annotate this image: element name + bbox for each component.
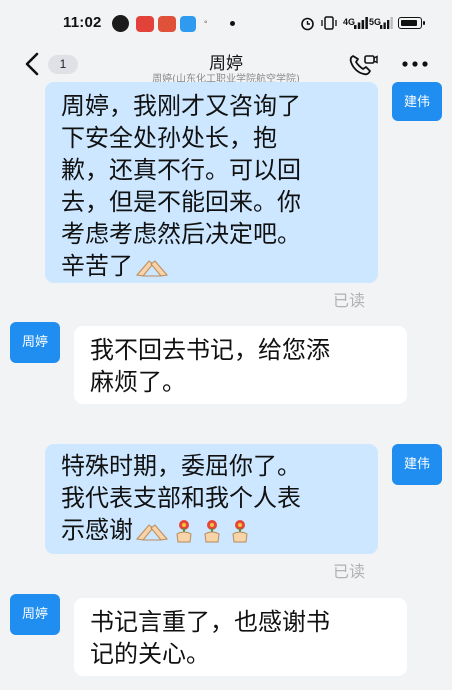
app-notification-icon xyxy=(112,15,129,32)
battery-icon xyxy=(398,17,425,29)
message-bubble-outgoing[interactable]: 特殊时期，委屈你了。 我代表支部和我个人表 示感谢 xyxy=(45,444,378,554)
flower-hand-icon xyxy=(176,520,192,543)
app-notification-icon xyxy=(180,16,196,32)
message-line: 书记言重了，也感谢书 xyxy=(90,608,330,636)
message-bubble-incoming[interactable]: 书记言重了，也感谢书 记的关心。 xyxy=(74,598,407,676)
message-text: 示感谢 xyxy=(61,516,133,544)
more-icon[interactable] xyxy=(400,54,430,74)
message-line: 考虑考虑然后决定吧。 xyxy=(61,220,301,248)
alarm-icon xyxy=(301,17,314,31)
message-line: 下安全处孙处长，抱 xyxy=(61,124,277,152)
status-time: 11:02 xyxy=(63,14,102,31)
message-line: 记的关心。 xyxy=(90,640,210,668)
message-line: 歉，还真不行。可以回 xyxy=(61,156,301,184)
thank-you-hands-icon xyxy=(136,260,168,277)
message-text: 辛苦了 xyxy=(61,252,133,280)
message-line: 周婷，我刚才又咨询了 xyxy=(61,92,301,120)
read-receipt: 已读 xyxy=(333,562,366,581)
message-line: 麻烦了。 xyxy=(90,368,186,396)
battery-level xyxy=(400,19,417,26)
signal-icon-2 xyxy=(380,17,393,29)
signal-icon xyxy=(354,17,368,29)
app-notification-icon xyxy=(158,16,176,32)
message-line: 我不回去书记，给您添 xyxy=(90,336,330,364)
avatar-contact[interactable]: 周婷 xyxy=(10,322,60,363)
avatar-self[interactable]: 建伟 xyxy=(392,82,442,121)
message-line: 辛苦了 xyxy=(61,250,362,282)
message-bubble-incoming[interactable]: 我不回去书记，给您添 麻烦了。 xyxy=(74,326,407,404)
app-notification-icon xyxy=(136,16,154,32)
thank-you-hands-icon xyxy=(136,524,168,541)
flower-hand-icon xyxy=(204,520,220,543)
message-line: 特殊时期，委屈你了。 xyxy=(61,452,301,480)
phone-call-icon[interactable] xyxy=(348,53,378,77)
app-notification-icon: ◦ xyxy=(204,17,208,28)
message-line: 我代表支部和我个人表 xyxy=(61,484,301,512)
message-line: 去，但是不能回来。你 xyxy=(61,188,301,216)
message-line: 示感谢 xyxy=(61,514,362,546)
vibrate-icon xyxy=(321,16,337,30)
read-receipt: 已读 xyxy=(333,291,366,310)
more-notifications-dot-icon xyxy=(230,21,235,26)
avatar-contact[interactable]: 周婷 xyxy=(10,594,60,635)
avatar-self[interactable]: 建伟 xyxy=(392,444,442,485)
flower-hand-icon xyxy=(232,520,248,543)
status-bar: 11:02 ◦ 4G 5G xyxy=(0,0,452,46)
message-bubble-outgoing[interactable]: 周婷，我刚才又咨询了 下安全处孙处长，抱 歉，还真不行。可以回 去，但是不能回来… xyxy=(45,82,378,283)
